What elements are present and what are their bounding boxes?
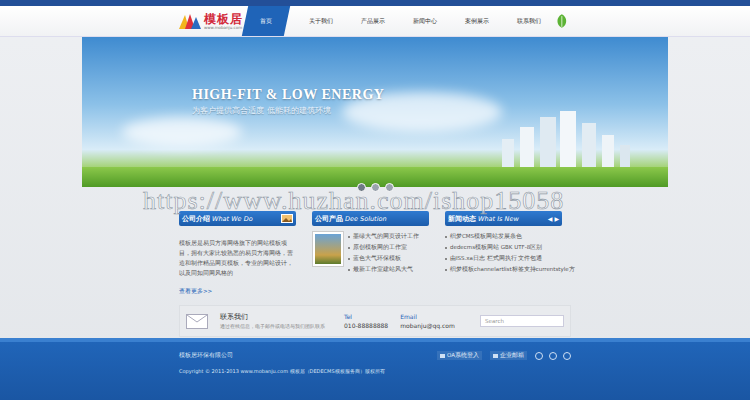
logo-url: www.mobanju.com xyxy=(204,26,243,30)
slider-dots xyxy=(82,183,668,192)
slider-dot[interactable] xyxy=(371,183,380,192)
nav-item[interactable]: 首页 xyxy=(242,6,290,36)
weibo-icon[interactable] xyxy=(549,352,557,360)
buildings-icon xyxy=(492,109,642,169)
slider-dot[interactable] xyxy=(357,183,366,192)
nav-item[interactable]: 案例展示 xyxy=(451,6,503,36)
banner-subtitle: 为客户提供高合适度 低能耗的建筑环境 xyxy=(192,105,384,116)
share-icon[interactable] xyxy=(535,352,543,360)
footer-link[interactable]: 企业邮箱 xyxy=(490,351,527,360)
section: 新闻动态What Is New◀▶ 织梦CMS模板网站发展条色dedecms模板网… xyxy=(445,211,562,297)
product-item[interactable]: 最新工作室建站风大气 xyxy=(348,264,419,275)
section-header: 公司产品Dee Solution xyxy=(312,211,429,226)
header: 模板居www.mobanju.com首页关于我们产品展示新闻中心案例展示联系我们 xyxy=(0,6,750,37)
news-item[interactable]: dedecms模板网站 GBK UTF-8区别 xyxy=(445,242,562,253)
email-value: mobanju@qq.com xyxy=(400,322,455,329)
picture-icon xyxy=(281,214,293,223)
logo-triangles-icon xyxy=(179,13,201,29)
news-item[interactable]: 织梦模板channelartlist标签支持currentstyle方 xyxy=(445,264,562,275)
section: 公司介绍What We Do 模板居是易贝方海网络旗下的网站模板项目，拥有大家比较… xyxy=(179,211,296,297)
contact-desc: 通过在线信息，电子邮件或电话与我们团队联系 xyxy=(220,324,332,329)
intro-text: 模板居是易贝方海网络旗下的网站模板项目，拥有大家比较熟悉的易贝方海网络，营造和制… xyxy=(179,238,296,278)
footer: 模板居环保有限公司 OA系统登入企业邮箱 Copyright © 2011-2013… xyxy=(0,338,750,400)
tel-value: 010-88888888 xyxy=(344,322,388,329)
product-item[interactable]: 原创模板网的工作室 xyxy=(348,242,419,253)
main: 公司介绍What We Do 模板居是易贝方海网络旗下的网站模板项目，拥有大家比较… xyxy=(179,187,571,337)
watermark: https://www.huzhan.com/ishop15058 xyxy=(143,186,564,216)
more-link[interactable]: 查看更多>> xyxy=(179,288,212,294)
logo[interactable]: 模板居www.mobanju.com xyxy=(179,13,245,30)
company-name: 模板居环保有限公司 xyxy=(179,352,233,359)
envelope-icon xyxy=(186,314,208,329)
section-header: 新闻动态What Is New◀▶ xyxy=(445,211,562,226)
nav-item[interactable]: 联系我们 xyxy=(503,6,555,36)
page: 模板居www.mobanju.com首页关于我们产品展示新闻中心案例展示联系我们… xyxy=(0,0,750,400)
banner-title: HIGH-FIT & LOW ENERGY xyxy=(192,87,384,103)
news-item[interactable]: 由ISS.xa日志 栏式网执行 文件包通 xyxy=(445,253,562,264)
footer-link[interactable]: OA系统登入 xyxy=(437,351,482,360)
nav-item[interactable]: 新闻中心 xyxy=(399,6,451,36)
logo-name: 模板居 xyxy=(204,13,243,25)
contact-title: 联系我们 xyxy=(220,313,332,322)
nav-item[interactable]: 关于我们 xyxy=(295,6,347,36)
search-field[interactable]: Search xyxy=(480,315,564,327)
banner: HIGH-FIT & LOW ENERGY 为客户提供高合适度 低能耗的建筑环境 xyxy=(82,37,668,187)
nav: 首页关于我们产品展示新闻中心案例展示联系我们 xyxy=(245,6,555,36)
arrow-button[interactable]: ◀ xyxy=(548,215,553,222)
leaf-icon xyxy=(555,13,569,29)
tel-label: Tel xyxy=(344,313,388,320)
qq-icon[interactable] xyxy=(563,352,571,360)
email-label: Email xyxy=(400,313,455,320)
section-header: 公司介绍What We Do xyxy=(179,211,296,226)
slider-dot[interactable] xyxy=(385,183,394,192)
news-item[interactable]: 织梦CMS模板网站发展条色 xyxy=(445,231,562,242)
contact-bar: 联系我们通过在线信息，电子邮件或电话与我们团队联系 Tel 010-88888888… xyxy=(179,305,571,337)
product-thumbnail[interactable] xyxy=(312,231,344,267)
product-item[interactable]: 墨绿大气的网页设计工作 xyxy=(348,231,419,242)
copyright: Copyright © 2011-2013 www.mobanju.com 模板… xyxy=(179,368,571,374)
product-item[interactable]: 蓝色大气环保模板 xyxy=(348,253,419,264)
section: 公司产品Dee Solution 墨绿大气的网页设计工作原创模板网的工作室蓝色大气… xyxy=(312,211,429,297)
nav-item[interactable]: 产品展示 xyxy=(347,6,399,36)
arrow-button[interactable]: ▶ xyxy=(554,215,559,222)
